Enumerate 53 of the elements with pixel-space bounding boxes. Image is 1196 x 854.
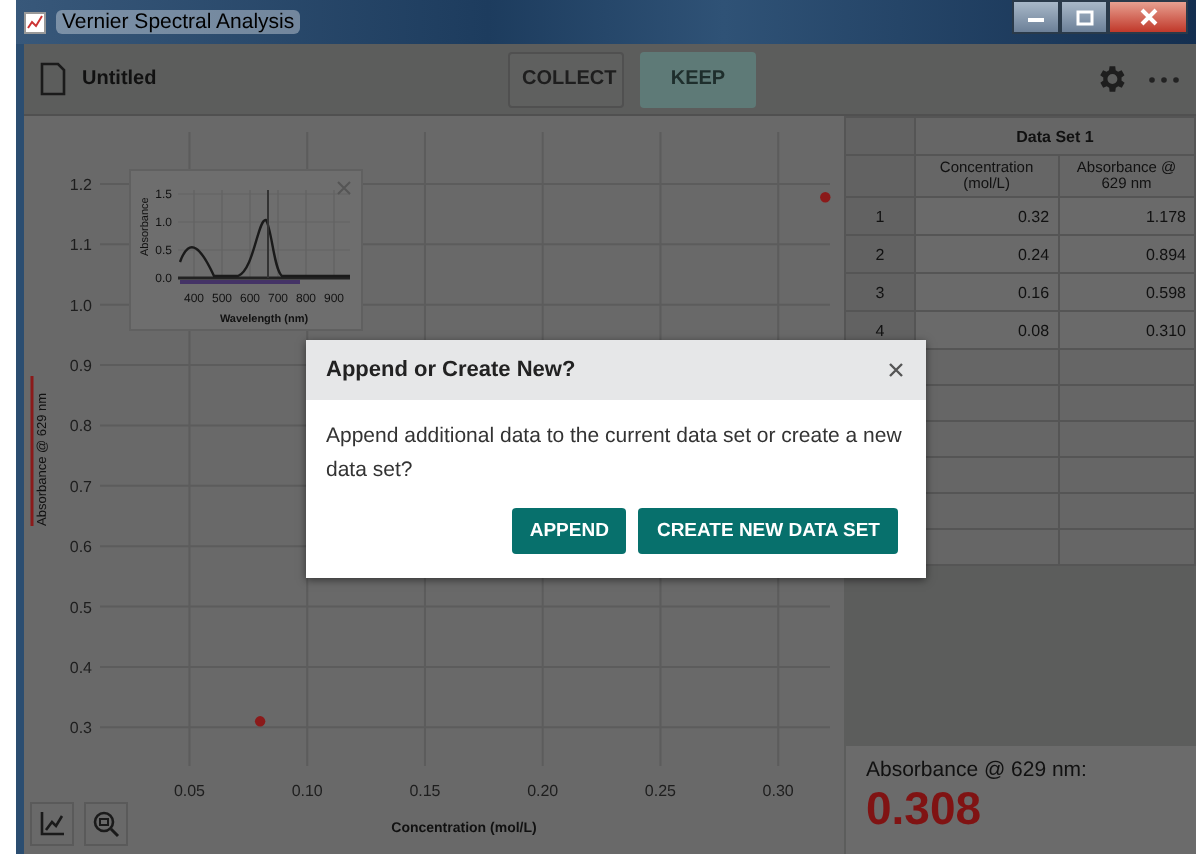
y-tick-label: 0.6 [69,538,92,557]
x-tick-label: 0.30 [762,782,794,800]
x-tick-label: 0.15 [409,782,441,800]
table-cell: 0.598 [1058,273,1195,311]
create-new-button[interactable]: CREATE NEW DATA SET [638,507,898,554]
row-number: 1 [845,197,915,235]
data-set-title: Data Set 1 [915,117,1195,155]
append-button[interactable]: APPEND [511,507,627,554]
readout-label: Absorbance @ 629 nm: [866,758,1089,782]
y-tick-label: 1.2 [69,175,92,194]
settings-icon[interactable] [1094,62,1128,96]
maximize-icon [1075,9,1093,25]
y-tick-label: 0.8 [69,417,92,436]
row-number: 2 [845,235,915,273]
y-tick-label: 0.7 [69,477,92,496]
more-icon[interactable] [1148,75,1180,83]
readout-value: 0.308 [866,782,984,838]
x-tick-label: 0.10 [291,782,323,800]
dialog-title: Append or Create New? [326,358,576,382]
y-tick-label: 0.3 [69,719,92,738]
line-graph-icon [38,810,66,838]
x-tick-label: 0.25 [644,782,677,800]
close-icon [886,360,906,380]
document-icon[interactable] [40,62,66,96]
y-tick-label: 0.4 [69,659,92,677]
table-cell: 0.894 [1058,235,1195,273]
close-button[interactable] [886,360,906,380]
table-cell: 0.32 [915,197,1059,235]
zoom-button[interactable] [84,802,128,846]
app-icon [24,11,46,33]
table-cell: 0.24 [915,235,1059,273]
close-icon [1139,8,1157,26]
maximize-button[interactable] [1060,0,1108,34]
y-tick-label: 1.0 [69,296,92,315]
table-cell: 0.16 [915,273,1059,311]
table-cell: 1.178 [1058,197,1195,235]
zoom-icon [92,810,120,838]
y-tick-label: 0.5 [69,598,92,617]
x-tick-label: 0.05 [173,782,206,800]
y-tick-label: 1.1 [69,236,92,255]
dialog-message: Append additional data to the current data set or create a new data set? [324,422,904,486]
keep-button[interactable]: KEEP [640,51,756,107]
collect-button[interactable]: COLLECT [508,51,624,107]
file-name: Untitled [82,68,157,90]
x-tick-label: 0.20 [527,782,559,800]
table-cell: 0.310 [1058,311,1195,349]
graph-options-button[interactable] [30,802,74,846]
window-title: Vernier Spectral Analysis [56,10,301,34]
minimize-button[interactable] [1012,0,1060,34]
table-cell: 0.08 [915,311,1059,349]
y-tick-label: 0.9 [69,357,92,376]
row-number: 3 [845,273,915,311]
close-button[interactable] [1108,0,1188,34]
